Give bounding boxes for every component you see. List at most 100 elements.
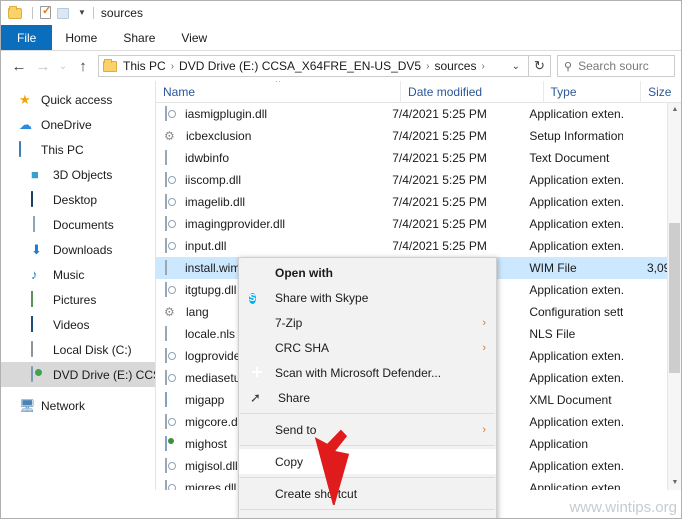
search-icon: ⚲	[564, 60, 573, 73]
context-menu-item-crc-sha[interactable]: CRC SHA ›	[239, 335, 496, 360]
sidebar-item-local-disk[interactable]: Local Disk (C:)	[1, 337, 155, 362]
table-row[interactable]: idwbinfo 7/4/2021 5:25 PM Text Document	[156, 147, 681, 169]
sidebar-item-dvd-drive[interactable]: DVD Drive (E:) CCSA	[1, 362, 155, 387]
context-menu-item-properties[interactable]: Properties	[239, 513, 496, 518]
file-type-cell: Application exten...	[529, 415, 624, 429]
computer-icon	[19, 140, 35, 158]
file-name-text: mighost	[185, 437, 228, 451]
file-name-text: iiscomp.dll	[185, 173, 242, 187]
file-type-cell: NLS File	[529, 327, 576, 341]
context-menu-item-open-with[interactable]: Open with	[239, 260, 496, 285]
context-menu-separator	[240, 413, 495, 414]
sidebar-item-this-pc[interactable]: This PC	[1, 137, 155, 162]
sidebar-label-downloads: Downloads	[53, 242, 113, 257]
sidebar-item-network[interactable]: 🖥 Network	[1, 393, 155, 418]
sidebar-item-music[interactable]: ♪ Music	[1, 262, 155, 287]
forward-button[interactable]: →	[31, 54, 55, 78]
sidebar-label-network: Network	[41, 398, 86, 413]
column-header-date-modified[interactable]: Date modified	[401, 81, 544, 103]
tab-home[interactable]: Home	[52, 25, 110, 50]
breadcrumb-sources[interactable]: sources	[432, 59, 478, 73]
back-button[interactable]: ←	[7, 54, 31, 78]
table-row[interactable]: iiscomp.dll 7/4/2021 5:25 PM Application…	[156, 169, 681, 191]
recent-locations-button[interactable]: ⌄	[55, 54, 71, 78]
new-folder-icon[interactable]	[57, 5, 73, 21]
table-row[interactable]: iasmigplugin.dll 7/4/2021 5:25 PM Applic…	[156, 103, 681, 125]
file-type-cell: Application exten...	[529, 481, 624, 490]
sidebar-item-desktop[interactable]: Desktop	[1, 187, 155, 212]
context-menu-label: Send to	[275, 422, 317, 437]
context-menu-item-send-to[interactable]: Send to ›	[239, 417, 496, 442]
tab-file[interactable]: File	[1, 25, 53, 50]
sidebar-label-3d-objects: 3D Objects	[53, 167, 113, 182]
context-menu-item-7-zip[interactable]: 7-Zip ›	[239, 310, 496, 335]
context-menu-label: 7-Zip	[275, 315, 303, 330]
sidebar-item-downloads[interactable]: ⬇ Downloads	[1, 237, 155, 262]
table-row[interactable]: input.dll 7/4/2021 5:25 PM Application e…	[156, 235, 681, 257]
address-folder-icon	[103, 58, 117, 72]
search-input[interactable]: ⚲ Search sourc	[557, 55, 675, 77]
download-icon: ⬇	[31, 241, 42, 257]
folder-icon[interactable]	[8, 5, 24, 21]
file-name-text: icbexclusion	[186, 129, 252, 143]
scroll-up-icon[interactable]: ▲	[668, 103, 681, 117]
sidebar-item-quick-access[interactable]: ★ Quick access	[1, 87, 155, 112]
file-date-cell: 7/4/2021 5:25 PM	[392, 107, 487, 121]
star-icon: ★	[19, 91, 31, 107]
column-header-size[interactable]: Size	[641, 81, 681, 103]
file-name-text: imagelib.dll	[185, 195, 246, 209]
table-row[interactable]: ⚙ icbexclusion 7/4/2021 5:25 PM Setup Inf…	[156, 125, 681, 147]
setup-info-icon: ⚙	[164, 129, 175, 143]
context-menu-label: Open with	[275, 265, 333, 280]
file-name-cell: ⚙ icbexclusion	[156, 128, 392, 144]
file-name-cell: iasmigplugin.dll	[156, 106, 392, 122]
tab-view[interactable]: View	[168, 25, 220, 50]
context-menu-separator	[240, 477, 495, 478]
context-menu-item-share[interactable]: ➚ Share	[239, 385, 496, 410]
context-menu-separator	[240, 509, 495, 510]
toolbar-divider	[32, 7, 33, 19]
file-name-cell: input.dll	[156, 238, 392, 254]
file-type-cell: Application exten...	[529, 239, 624, 253]
file-name-text: imagingprovider.dll	[185, 217, 286, 231]
refresh-button[interactable]: ↻	[529, 55, 551, 77]
file-name-text: logprovide	[185, 349, 241, 363]
scrollbar-thumb[interactable]	[669, 223, 680, 373]
dll-file-icon	[163, 106, 179, 122]
up-button[interactable]: ↑	[71, 54, 95, 78]
sidebar-label-pictures: Pictures	[53, 292, 97, 307]
context-menu-item-copy[interactable]: Copy	[239, 449, 496, 474]
sidebar-item-videos[interactable]: Videos	[1, 312, 155, 337]
column-header-type[interactable]: Type	[544, 81, 642, 103]
table-row[interactable]: imagelib.dll 7/4/2021 5:25 PM Applicatio…	[156, 191, 681, 213]
vertical-scrollbar[interactable]: ▲ ▼	[667, 103, 681, 490]
sidebar-item-documents[interactable]: Documents	[1, 212, 155, 237]
sidebar-item-pictures[interactable]: Pictures	[1, 287, 155, 312]
application-icon	[163, 436, 179, 452]
plain-file-icon	[163, 260, 179, 276]
sidebar-item-3d-objects[interactable]: ■ 3D Objects	[1, 162, 155, 187]
chevron-down-icon[interactable]: ▼	[78, 9, 86, 17]
harddisk-icon	[31, 340, 47, 358]
file-type-cell: Application exten...	[529, 349, 624, 363]
file-type-cell: Application exten...	[529, 195, 624, 209]
file-name-text: iasmigplugin.dll	[185, 107, 268, 121]
tab-share[interactable]: Share	[110, 25, 168, 50]
breadcrumb-this-pc[interactable]: This PC	[121, 59, 168, 73]
address-bar[interactable]: This PC › DVD Drive (E:) CCSA_X64FRE_EN-…	[98, 55, 529, 77]
sidebar-item-onedrive[interactable]: ☁ OneDrive	[1, 112, 155, 137]
file-date-cell: 7/4/2021 5:25 PM	[392, 217, 487, 231]
file-type-cell: Application exten...	[529, 459, 624, 473]
context-menu-item-create-shortcut[interactable]: Create shortcut	[239, 481, 496, 506]
file-name-text: locale.nls	[185, 327, 236, 341]
chevron-right-icon: ›	[482, 423, 486, 436]
breadcrumb-dvd-drive[interactable]: DVD Drive (E:) CCSA_X64FRE_EN-US_DV5	[177, 59, 423, 73]
address-dropdown-icon[interactable]: ⌄	[506, 61, 526, 72]
scroll-down-icon[interactable]: ▼	[668, 476, 681, 490]
table-row[interactable]: imagingprovider.dll 7/4/2021 5:25 PM App…	[156, 213, 681, 235]
context-menu-item-share-with-skype[interactable]: S Share with Skype	[239, 285, 496, 310]
file-name-text: input.dll	[185, 239, 227, 253]
properties-icon[interactable]	[38, 4, 54, 21]
ribbon-tabs: File Home Share View	[1, 25, 681, 51]
context-menu-item-scan-with-defender[interactable]: Scan with Microsoft Defender...	[239, 360, 496, 385]
